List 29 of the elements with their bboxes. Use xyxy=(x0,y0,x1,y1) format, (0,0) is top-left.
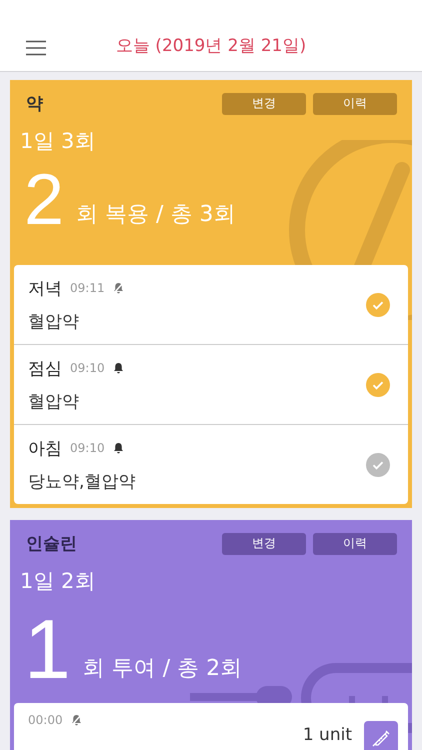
dose-count: 2 xyxy=(24,165,64,235)
injection-button[interactable] xyxy=(364,721,398,750)
dose-time: 00:00 xyxy=(28,713,63,727)
medicine-name: 당뇨약,혈압약 xyxy=(28,470,136,492)
card-button[interactable]: 변경 xyxy=(222,92,306,114)
check-icon[interactable] xyxy=(366,452,390,476)
dose-time: 09:11 xyxy=(70,281,105,295)
medicine-name: 혈압약 xyxy=(28,310,80,332)
dose-time: 09:10 xyxy=(70,441,105,455)
dose-summary: 회 투여 / 총 2회 xyxy=(82,655,242,683)
dose-time: 09:10 xyxy=(70,361,105,375)
check-icon[interactable] xyxy=(366,372,390,396)
dose-time-label: 저녁 xyxy=(28,278,62,300)
schedule-text: 1일 2회 xyxy=(19,568,96,595)
card-title: 약 xyxy=(26,93,43,115)
menu-icon[interactable] xyxy=(25,40,47,56)
check-icon[interactable] xyxy=(366,292,390,316)
card-button[interactable]: 이력 xyxy=(313,92,397,114)
date-title: 오늘 (2019년 2월 21일) xyxy=(116,35,306,57)
dose-time-label: 점심 xyxy=(28,358,62,380)
card-title: 인슐린 xyxy=(26,533,77,555)
medicine-name: 혈압약 xyxy=(28,390,80,412)
schedule-text: 1일 3회 xyxy=(19,128,96,155)
card-button[interactable]: 변경 xyxy=(222,532,306,554)
dose-amount: 1 unit xyxy=(302,725,352,745)
dose-count: 1 xyxy=(24,609,71,689)
dose-time-label: 아침 xyxy=(28,438,62,460)
card-button[interactable]: 이력 xyxy=(313,532,397,554)
dose-summary: 회 복용 / 총 3회 xyxy=(76,201,236,229)
